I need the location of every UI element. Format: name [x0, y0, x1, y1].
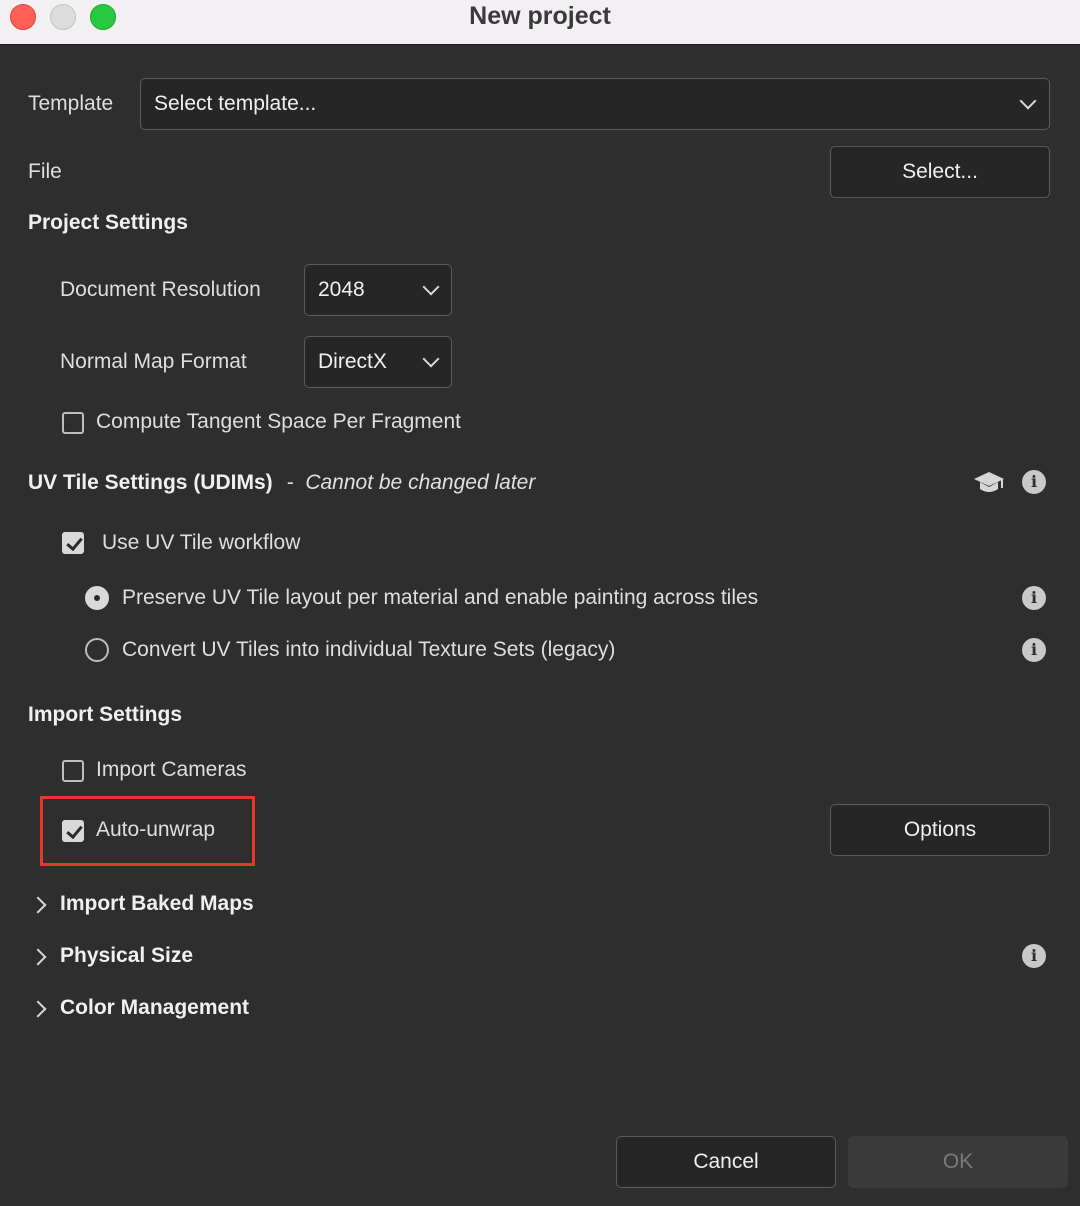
resolution-value: 2048 [318, 278, 365, 301]
import-settings-heading: Import Settings [28, 703, 183, 726]
chevron-right-icon[interactable] [29, 1000, 47, 1018]
uv-tile-workflow-checkbox[interactable] [62, 532, 84, 554]
resolution-dropdown[interactable]: 2048 [304, 264, 452, 316]
chevron-down-icon [422, 350, 440, 368]
template-value: Select template... [154, 92, 317, 115]
normal-map-dropdown[interactable]: DirectX [304, 336, 452, 388]
import-cameras-label: Import Cameras [96, 758, 247, 781]
convert-tiles-radio[interactable] [85, 638, 109, 662]
window-title: New project [469, 2, 611, 30]
info-icon[interactable]: i [1022, 944, 1046, 968]
uv-tile-separator: - [286, 471, 294, 494]
info-icon[interactable]: i [1022, 638, 1046, 662]
template-label: Template [28, 92, 114, 115]
chevron-right-icon[interactable] [29, 948, 47, 966]
auto-unwrap-checkbox[interactable] [62, 820, 84, 842]
preserve-layout-radio[interactable] [85, 586, 109, 610]
uv-tile-workflow-label: Use UV Tile workflow [102, 531, 301, 554]
chevron-right-icon[interactable] [29, 896, 47, 914]
uv-tile-note: Cannot be changed later [305, 471, 536, 494]
tangent-space-checkbox[interactable] [62, 412, 84, 434]
import-baked-maps-section[interactable]: Import Baked Maps [60, 892, 254, 916]
normal-map-label: Normal Map Format [60, 350, 247, 373]
convert-tiles-label: Convert UV Tiles into individual Texture… [122, 638, 616, 661]
file-select-button[interactable]: Select... [830, 146, 1050, 198]
ok-button[interactable]: OK [848, 1136, 1068, 1188]
options-button[interactable]: Options [830, 804, 1050, 856]
project-settings-heading: Project Settings [28, 211, 188, 234]
file-label: File [28, 160, 62, 183]
chevron-down-icon [422, 278, 440, 296]
cancel-button[interactable]: Cancel [616, 1136, 836, 1188]
normal-map-value: DirectX [318, 350, 387, 373]
tangent-space-label: Compute Tangent Space Per Fragment [96, 410, 461, 433]
info-icon[interactable]: i [1022, 470, 1046, 494]
uv-tile-heading-text: UV Tile Settings (UDIMs) [28, 471, 273, 494]
chevron-down-icon [1019, 92, 1037, 110]
info-icon[interactable]: i [1022, 586, 1046, 610]
auto-unwrap-label: Auto-unwrap [96, 818, 216, 841]
resolution-label: Document Resolution [60, 278, 261, 301]
template-dropdown[interactable]: Select template... [140, 78, 1050, 130]
physical-size-section[interactable]: Physical Size [60, 944, 193, 968]
window-titlebar: New project [0, 0, 1080, 45]
import-cameras-checkbox[interactable] [62, 760, 84, 782]
preserve-layout-label: Preserve UV Tile layout per material and… [122, 586, 759, 609]
color-management-section[interactable]: Color Management [60, 996, 249, 1020]
uv-tile-heading: UV Tile Settings (UDIMs) - Cannot be cha… [28, 471, 535, 495]
graduation-cap-icon[interactable] [973, 470, 1005, 496]
